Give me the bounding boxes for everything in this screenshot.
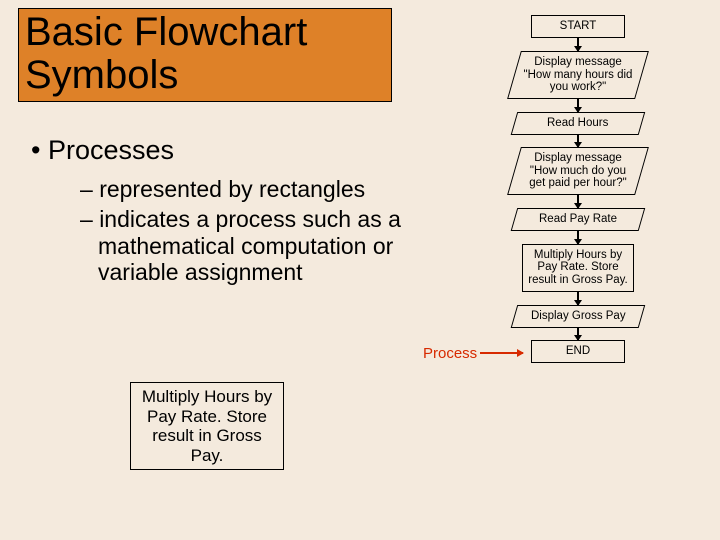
arrow-icon (577, 195, 579, 208)
arrow-icon (577, 99, 579, 112)
arrow-icon (577, 231, 579, 244)
flow-read-pay-rate: Read Pay Rate (511, 208, 645, 231)
arrow-icon (577, 327, 579, 340)
flow-read-hours: Read Hours (511, 112, 645, 135)
arrow-icon (577, 292, 579, 305)
flowchart: START Display message "How many hours di… (493, 15, 663, 363)
flow-display-msg-1: Display message "How many hours did you … (507, 51, 649, 99)
flow-display-gross: Display Gross Pay (511, 305, 645, 328)
title-box: Basic Flowchart Symbols (18, 8, 392, 102)
sub-bullet-1: represented by rectangles (28, 176, 438, 202)
flow-end: END (531, 340, 625, 363)
flow-display-msg-2: Display message "How much do you get pai… (507, 147, 649, 195)
bullet-processes: Processes (28, 135, 438, 166)
example-process-box: Multiply Hours by Pay Rate. Store result… (130, 382, 284, 470)
slide: Basic Flowchart Symbols Processes repres… (0, 0, 720, 540)
arrow-icon (577, 38, 579, 51)
body-text: Processes represented by rectangles indi… (28, 135, 438, 290)
flow-start: START (531, 15, 625, 38)
process-label: Process (423, 345, 477, 362)
flow-multiply: Multiply Hours by Pay Rate. Store result… (522, 244, 634, 292)
sub-bullet-2: indicates a process such as a mathematic… (28, 206, 438, 285)
slide-title: Basic Flowchart Symbols (25, 11, 385, 97)
arrow-icon (577, 134, 579, 147)
